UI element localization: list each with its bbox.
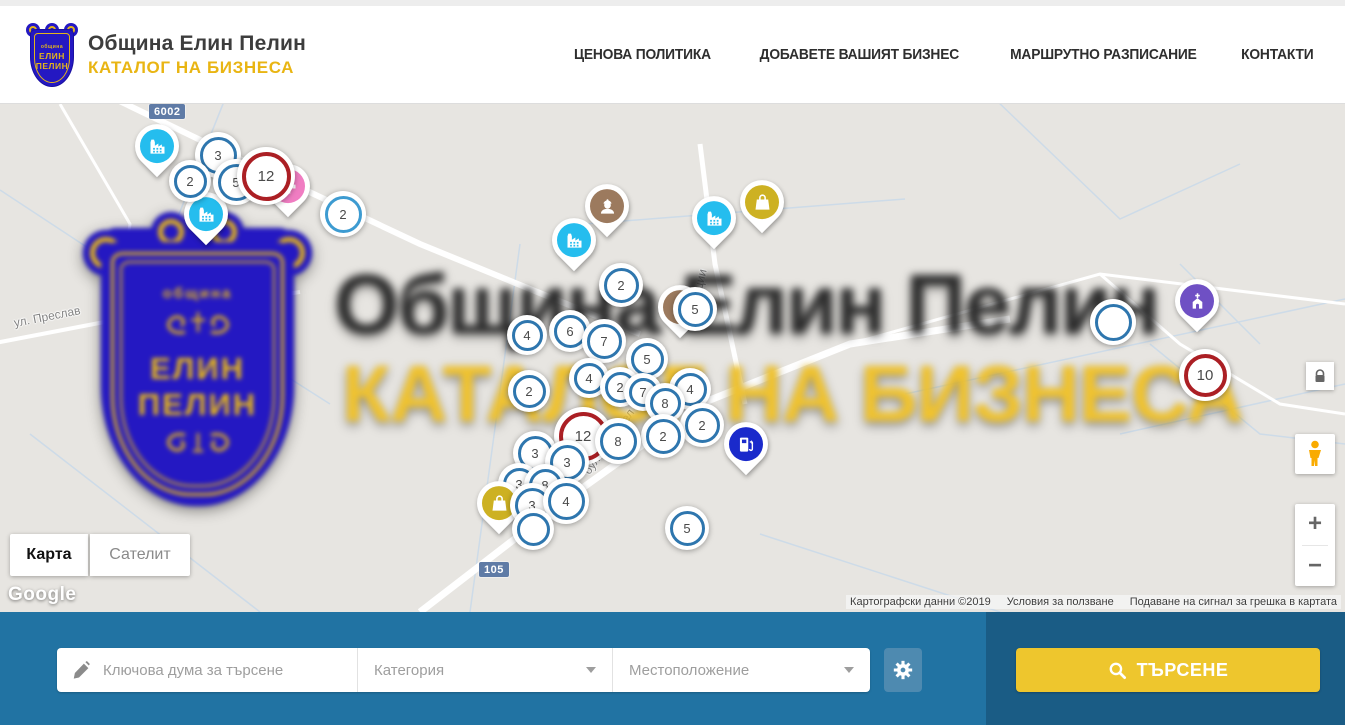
cluster-count: 2	[646, 419, 681, 454]
cluster-count: 4	[512, 320, 543, 351]
cluster-count: 2	[604, 268, 639, 303]
map-data-notice: Картографски данни ©2019	[850, 596, 991, 608]
site-subtitle: КАТАЛОГ НА БИЗНЕСА	[88, 58, 306, 78]
cluster-count: 2	[685, 408, 720, 443]
map-pin-factory[interactable]	[692, 196, 738, 254]
gear-icon	[892, 659, 914, 681]
factory-icon	[140, 129, 174, 163]
map-cluster-marker[interactable]: 2	[508, 370, 550, 412]
report-error-link[interactable]: Подаване на сигнал за грешка в картата	[1130, 596, 1337, 608]
map-pin-fuel[interactable]	[724, 422, 770, 480]
cluster-count: 2	[513, 375, 546, 408]
map-cluster-marker[interactable]: 2	[680, 403, 724, 447]
google-logo: Google	[8, 584, 76, 606]
search-pill: Категория Местоположение	[57, 648, 870, 692]
cluster-count: 12	[242, 152, 291, 201]
factory-icon	[557, 223, 591, 257]
pegman-button[interactable]	[1295, 434, 1335, 474]
zoom-in-button[interactable]: +	[1295, 504, 1335, 545]
cluster-count: 7	[587, 324, 622, 359]
map-cluster-marker[interactable]: 5	[665, 506, 709, 550]
lock-button[interactable]	[1306, 362, 1334, 390]
cluster-count: 4	[548, 483, 585, 520]
nav-item-contacts[interactable]: КОНТАКТИ	[1242, 46, 1314, 63]
map-cluster-marker[interactable]: 7	[582, 319, 626, 363]
map-cluster-marker[interactable]	[1090, 299, 1136, 345]
map-pin-church[interactable]	[1175, 279, 1221, 337]
terms-link[interactable]: Условия за ползване	[1007, 596, 1114, 608]
nav-item-add-business[interactable]: ДОБАВЕТЕ ВАШИЯТ БИЗНЕС	[760, 46, 959, 63]
map-type-satellite-button[interactable]: Сателит	[90, 534, 190, 576]
factory-icon	[189, 197, 223, 231]
pegman-icon	[1305, 440, 1325, 468]
watermark-subtitle: КАТАЛОГ НА БИЗНЕСА	[342, 348, 1243, 440]
map-cluster-marker[interactable]: 5	[673, 287, 717, 331]
map-cluster-marker[interactable]: 12	[237, 147, 295, 205]
factory-icon	[697, 201, 731, 235]
zoom-control: + −	[1295, 504, 1335, 586]
municipality-emblem-icon: община ЕЛИН ПЕЛИН	[28, 23, 76, 87]
cluster-count: 5	[678, 292, 713, 327]
cluster-count: 5	[670, 511, 705, 546]
map-pin-factory[interactable]	[135, 124, 181, 182]
map-cluster-marker[interactable]	[512, 508, 554, 550]
category-select[interactable]: Категория	[357, 648, 612, 692]
map-cluster-marker[interactable]: 2	[599, 263, 643, 307]
main-nav: ЦЕНОВА ПОЛИТИКА ДОБАВЕТЕ ВАШИЯТ БИЗНЕС М…	[568, 46, 1317, 63]
map-cluster-marker[interactable]: 8	[595, 418, 641, 464]
bag-icon	[745, 185, 779, 219]
chevron-down-icon	[844, 667, 854, 673]
map-canvas[interactable]: 6002105 ул. Преславбул. „Новоселции 3251…	[0, 104, 1345, 612]
search-icon	[1108, 661, 1127, 680]
map-pin-factory[interactable]	[552, 218, 598, 276]
map-pin-bag[interactable]	[740, 180, 786, 238]
nav-item-schedule[interactable]: МАРШРУТНО РАЗПИСАНИЕ	[1010, 46, 1197, 63]
map-attribution: Картографски данни ©2019 Условия за полз…	[846, 595, 1341, 609]
header: община ЕЛИН ПЕЛИН Община Елин Пелин КАТА…	[0, 6, 1345, 104]
church-icon	[1180, 284, 1214, 318]
site-logo[interactable]: община ЕЛИН ПЕЛИН Община Елин Пелин КАТА…	[28, 23, 306, 87]
cluster-count	[1095, 304, 1132, 341]
map-cluster-marker[interactable]: 2	[320, 191, 366, 237]
fuel-icon	[729, 427, 763, 461]
search-submit-button[interactable]: ТЪРСЕНЕ	[1016, 648, 1320, 692]
map-cluster-marker[interactable]: 2	[641, 414, 685, 458]
location-select[interactable]: Местоположение	[612, 648, 870, 692]
cluster-count: 5	[631, 343, 664, 376]
watermark-title: Община Елин Пелин	[334, 256, 1158, 353]
search-bar: Категория Местоположение ТЪРСЕНЕ	[0, 612, 1345, 725]
lock-icon	[1314, 369, 1326, 383]
cluster-count: 2	[325, 196, 362, 233]
site-title: Община Елин Пелин	[88, 32, 306, 56]
nav-item-pricing[interactable]: ЦЕНОВА ПОЛИТИКА	[574, 46, 711, 63]
advanced-search-button[interactable]	[884, 648, 922, 692]
zoom-out-button[interactable]: −	[1295, 546, 1335, 587]
map-cluster-marker[interactable]: 10	[1179, 349, 1231, 401]
cluster-count	[517, 513, 550, 546]
map-cluster-marker[interactable]: 4	[507, 315, 547, 355]
watermark-emblem: община ЕЛИН ПЕЛИН	[85, 214, 310, 510]
cluster-count: 8	[600, 423, 637, 460]
map-type-map-button[interactable]: Карта	[10, 534, 88, 576]
pencil-icon	[73, 661, 91, 679]
keyword-search-input[interactable]	[103, 662, 341, 679]
emblem-flourish-icon	[143, 306, 253, 345]
chevron-down-icon	[586, 667, 596, 673]
map-type-controls: Карта Сателит	[10, 534, 190, 576]
emblem-flourish-icon	[143, 427, 253, 462]
cluster-count: 10	[1184, 354, 1227, 397]
